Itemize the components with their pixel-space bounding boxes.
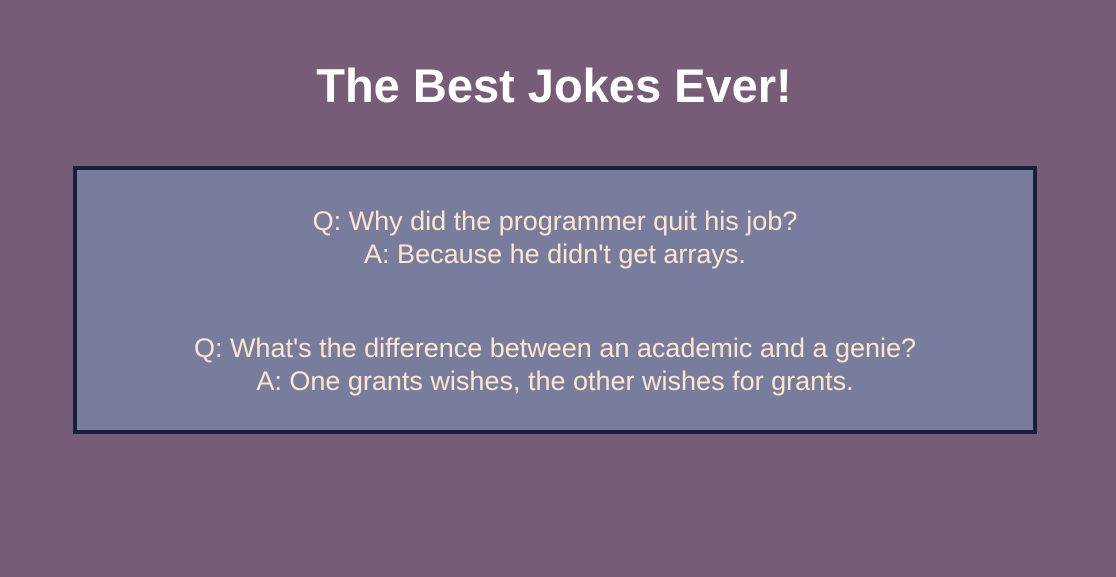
joke-question: Q: What's the difference between an acad… <box>193 333 917 363</box>
joke-answer: A: One grants wishes, the other wishes f… <box>256 366 854 396</box>
joke-item: Q: Why did the programmer quit his job? … <box>77 205 1033 271</box>
jokes-container: Q: Why did the programmer quit his job? … <box>73 166 1037 434</box>
page-title: The Best Jokes Ever! <box>316 59 792 112</box>
joke-answer: A: Because he didn't get arrays. <box>364 239 746 269</box>
joke-item: Q: What's the difference between an acad… <box>77 332 1033 398</box>
joke-question: Q: Why did the programmer quit his job? <box>312 206 798 236</box>
